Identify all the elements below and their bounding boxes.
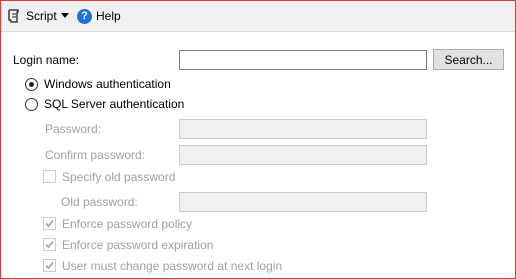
enforce-policy-label[interactable]: Enforce password policy (62, 217, 192, 231)
checkmark-icon (45, 261, 54, 270)
sql-auth-radio[interactable] (25, 98, 38, 111)
old-password-label: Old password: (61, 195, 138, 209)
toolbar: Script ? Help (1, 1, 515, 32)
specify-old-password-label[interactable]: Specify old password (62, 170, 175, 184)
help-button[interactable]: ? Help (77, 7, 121, 25)
password-input[interactable] (179, 119, 427, 139)
enforce-policy-checkbox[interactable] (43, 217, 56, 230)
login-name-input[interactable] (179, 50, 427, 70)
windows-auth-label[interactable]: Windows authentication (44, 77, 171, 91)
script-button[interactable]: Script (6, 7, 57, 25)
login-name-label: Login name: (13, 53, 80, 67)
help-circle-icon: ? (77, 8, 92, 24)
login-dialog-panel: Script ? Help Login name: Search... Wind… (0, 0, 516, 279)
enforce-expiration-checkbox[interactable] (43, 238, 56, 251)
specify-old-password-checkbox[interactable] (43, 170, 56, 183)
password-label: Password: (45, 122, 102, 136)
old-password-input[interactable] (179, 192, 427, 212)
confirm-password-input[interactable] (179, 145, 427, 165)
enforce-expiration-label[interactable]: Enforce password expiration (62, 238, 213, 252)
sql-auth-label[interactable]: SQL Server authentication (44, 97, 184, 111)
must-change-password-checkbox[interactable] (43, 259, 56, 272)
must-change-password-label[interactable]: User must change password at next login (62, 259, 282, 273)
confirm-password-label: Confirm password: (45, 148, 146, 162)
help-label: Help (96, 9, 121, 23)
script-label: Script (26, 9, 57, 23)
search-button[interactable]: Search... (433, 49, 504, 70)
checkmark-icon (45, 219, 54, 228)
script-dropdown-arrow-icon[interactable] (61, 13, 69, 18)
script-icon (6, 8, 22, 24)
checkmark-icon (45, 240, 54, 249)
windows-auth-radio[interactable] (25, 78, 38, 91)
